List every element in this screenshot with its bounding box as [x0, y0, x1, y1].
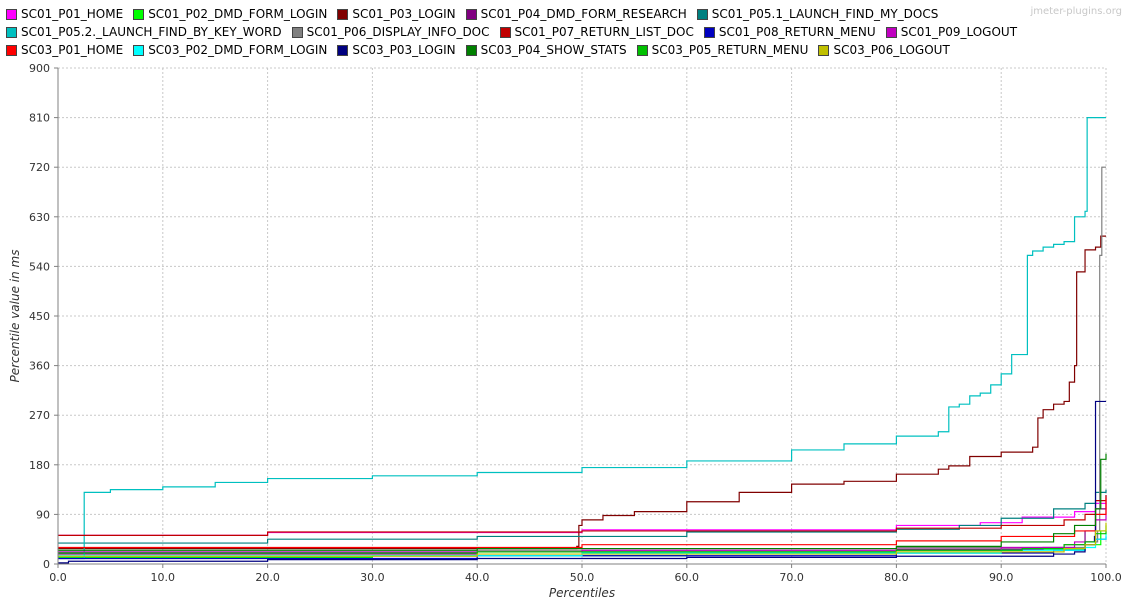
x-tick-label: 70.0	[779, 571, 804, 584]
y-tick-label: 900	[29, 62, 50, 75]
x-axis-label: Percentiles	[549, 586, 615, 600]
y-tick-label: 270	[29, 409, 50, 422]
y-tick-label: 90	[36, 508, 50, 521]
y-tick-label: 360	[29, 360, 50, 373]
x-tick-label: 100.0	[1090, 571, 1122, 584]
y-tick-label: 630	[29, 211, 50, 224]
y-tick-label: 450	[29, 310, 50, 323]
x-tick-label: 60.0	[675, 571, 700, 584]
plot-area: 0 90 180 270 360 450 540 630 720 810 900 0.0 10.0 20.…	[8, 62, 1122, 600]
y-tick-label: 810	[29, 112, 50, 125]
y-tick-label: 720	[29, 161, 50, 174]
x-tick-label: 50.0	[570, 571, 595, 584]
x-tick-label: 0.0	[49, 571, 67, 584]
y-tick-label: 0	[43, 558, 50, 571]
x-tick-label: 90.0	[989, 571, 1014, 584]
y-tick-label: 540	[29, 260, 50, 273]
y-axis-label: Percentile value in ms	[8, 250, 22, 383]
x-tick-label: 20.0	[255, 571, 280, 584]
x-tick-label: 40.0	[465, 571, 490, 584]
chart: jmeter-plugins.org SC01_P01_HOME SC01_P02…	[0, 0, 1128, 605]
y-tick-label: 180	[29, 459, 50, 472]
x-tick-label: 80.0	[884, 571, 909, 584]
x-tick-label: 30.0	[360, 571, 385, 584]
x-tick-label: 10.0	[151, 571, 176, 584]
